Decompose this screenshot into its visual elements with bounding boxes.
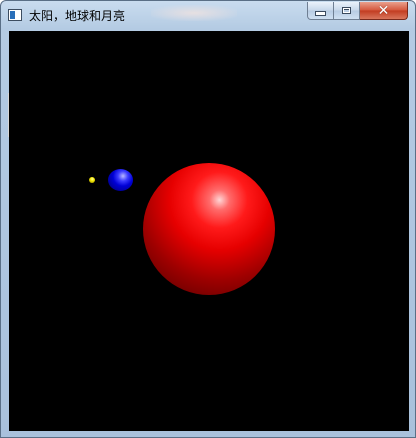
earth-sphere: [108, 169, 133, 191]
app-icon[interactable]: [8, 9, 22, 21]
minimize-icon: [315, 11, 326, 16]
moon-sphere: [89, 177, 95, 183]
maximize-icon: [342, 7, 351, 14]
render-canvas[interactable]: [9, 31, 409, 431]
window-title: 太阳，地球和月亮: [29, 9, 126, 23]
title-bar-reflection: [151, 5, 237, 21]
close-button[interactable]: ✕: [360, 2, 408, 20]
minimize-button[interactable]: [307, 2, 334, 20]
close-icon: ✕: [377, 2, 390, 19]
app-window: 太阳，地球和月亮 ✕: [0, 0, 416, 438]
title-bar[interactable]: 太阳，地球和月亮 ✕: [1, 1, 415, 30]
maximize-button[interactable]: [334, 2, 360, 20]
sun-sphere: [143, 163, 275, 295]
